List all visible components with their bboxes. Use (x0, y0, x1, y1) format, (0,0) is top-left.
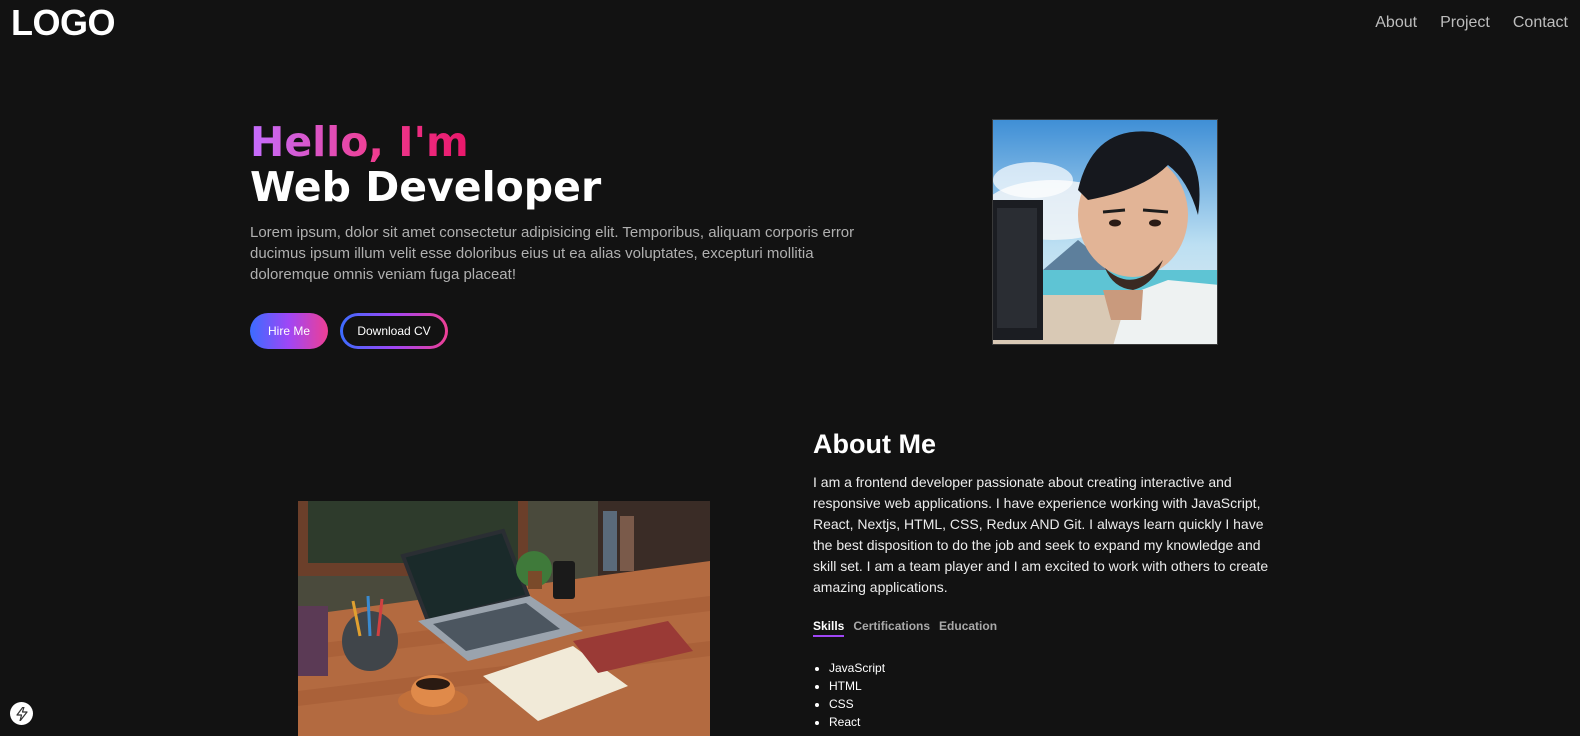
skill-item: React (829, 713, 1283, 731)
nav-about[interactable]: About (1375, 14, 1417, 32)
tab-education[interactable]: Education (939, 619, 997, 637)
hero-description: Lorem ipsum, dolor sit amet consectetur … (250, 224, 855, 283)
tab-certifications[interactable]: Certifications (853, 619, 930, 637)
download-cv-button[interactable]: Download CV (340, 313, 448, 349)
hire-me-button[interactable]: Hire Me (250, 313, 328, 349)
about-section: About Me I am a frontend developer passi… (813, 429, 1283, 731)
hero-greeting: Hello, I'm (250, 118, 469, 166)
about-tabs: Skills Certifications Education (813, 619, 1283, 637)
skill-item: JavaScript (829, 659, 1283, 677)
hero-buttons: Hire Me Download CV (250, 313, 870, 349)
skills-list: JavaScript HTML CSS React (829, 659, 1283, 731)
logo[interactable]: LOGO (11, 2, 116, 44)
nav-project[interactable]: Project (1440, 14, 1490, 32)
skill-item: HTML (829, 677, 1283, 695)
nav-contact[interactable]: Contact (1513, 14, 1568, 32)
lightning-icon[interactable] (10, 702, 33, 725)
about-title: About Me (813, 429, 936, 459)
about-text: I am a frontend developer passionate abo… (813, 474, 1269, 595)
main-nav: About Project Contact (1375, 14, 1568, 32)
hero-section: Hello, I'm Web Developer Lorem ipsum, do… (250, 118, 870, 349)
download-cv-label: Download CV (343, 316, 445, 346)
profile-portrait (992, 119, 1218, 345)
hero-role: Web Developer (250, 163, 602, 211)
desk-illustration (298, 501, 710, 736)
tab-skills[interactable]: Skills (813, 619, 845, 637)
skill-item: CSS (829, 695, 1283, 713)
page: LOGO About Project Contact Hello, I'm We… (0, 0, 1580, 736)
